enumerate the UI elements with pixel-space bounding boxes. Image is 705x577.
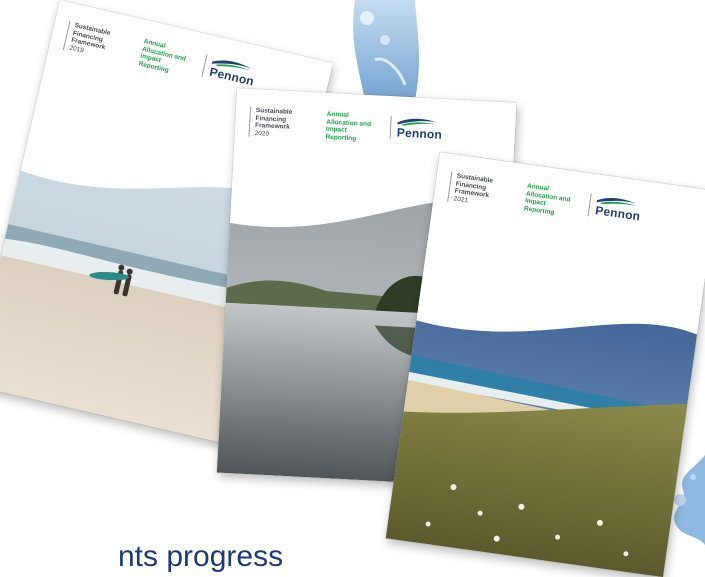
cover-year: 2021	[453, 194, 469, 204]
framework-label: Sustainable Financing Framework 2019	[62, 20, 123, 63]
report-label: Annual Allocation and Impact Reporting	[137, 38, 187, 74]
water-splash-icon	[353, 0, 420, 100]
report-cover-2021[interactable]: Sustainable Financing Framework 2021 Annu…	[385, 152, 705, 577]
pennon-logo: Pennon	[201, 54, 258, 89]
pennon-logo: Pennon	[587, 193, 643, 224]
section-tagline: nts progress	[118, 540, 284, 573]
report-label: Annual Allocation and Impact Reporting	[325, 110, 372, 142]
pennon-logo: Pennon	[389, 116, 443, 142]
cover-year: 2020	[254, 129, 270, 138]
brand-name: Pennon	[396, 125, 443, 142]
report-label: Annual Allocation and Impact Reporting	[523, 182, 571, 216]
framework-label: Sustainable Financing Framework 2021	[447, 171, 505, 209]
framework-label: Sustainable Financing Framework 2020	[248, 106, 304, 140]
